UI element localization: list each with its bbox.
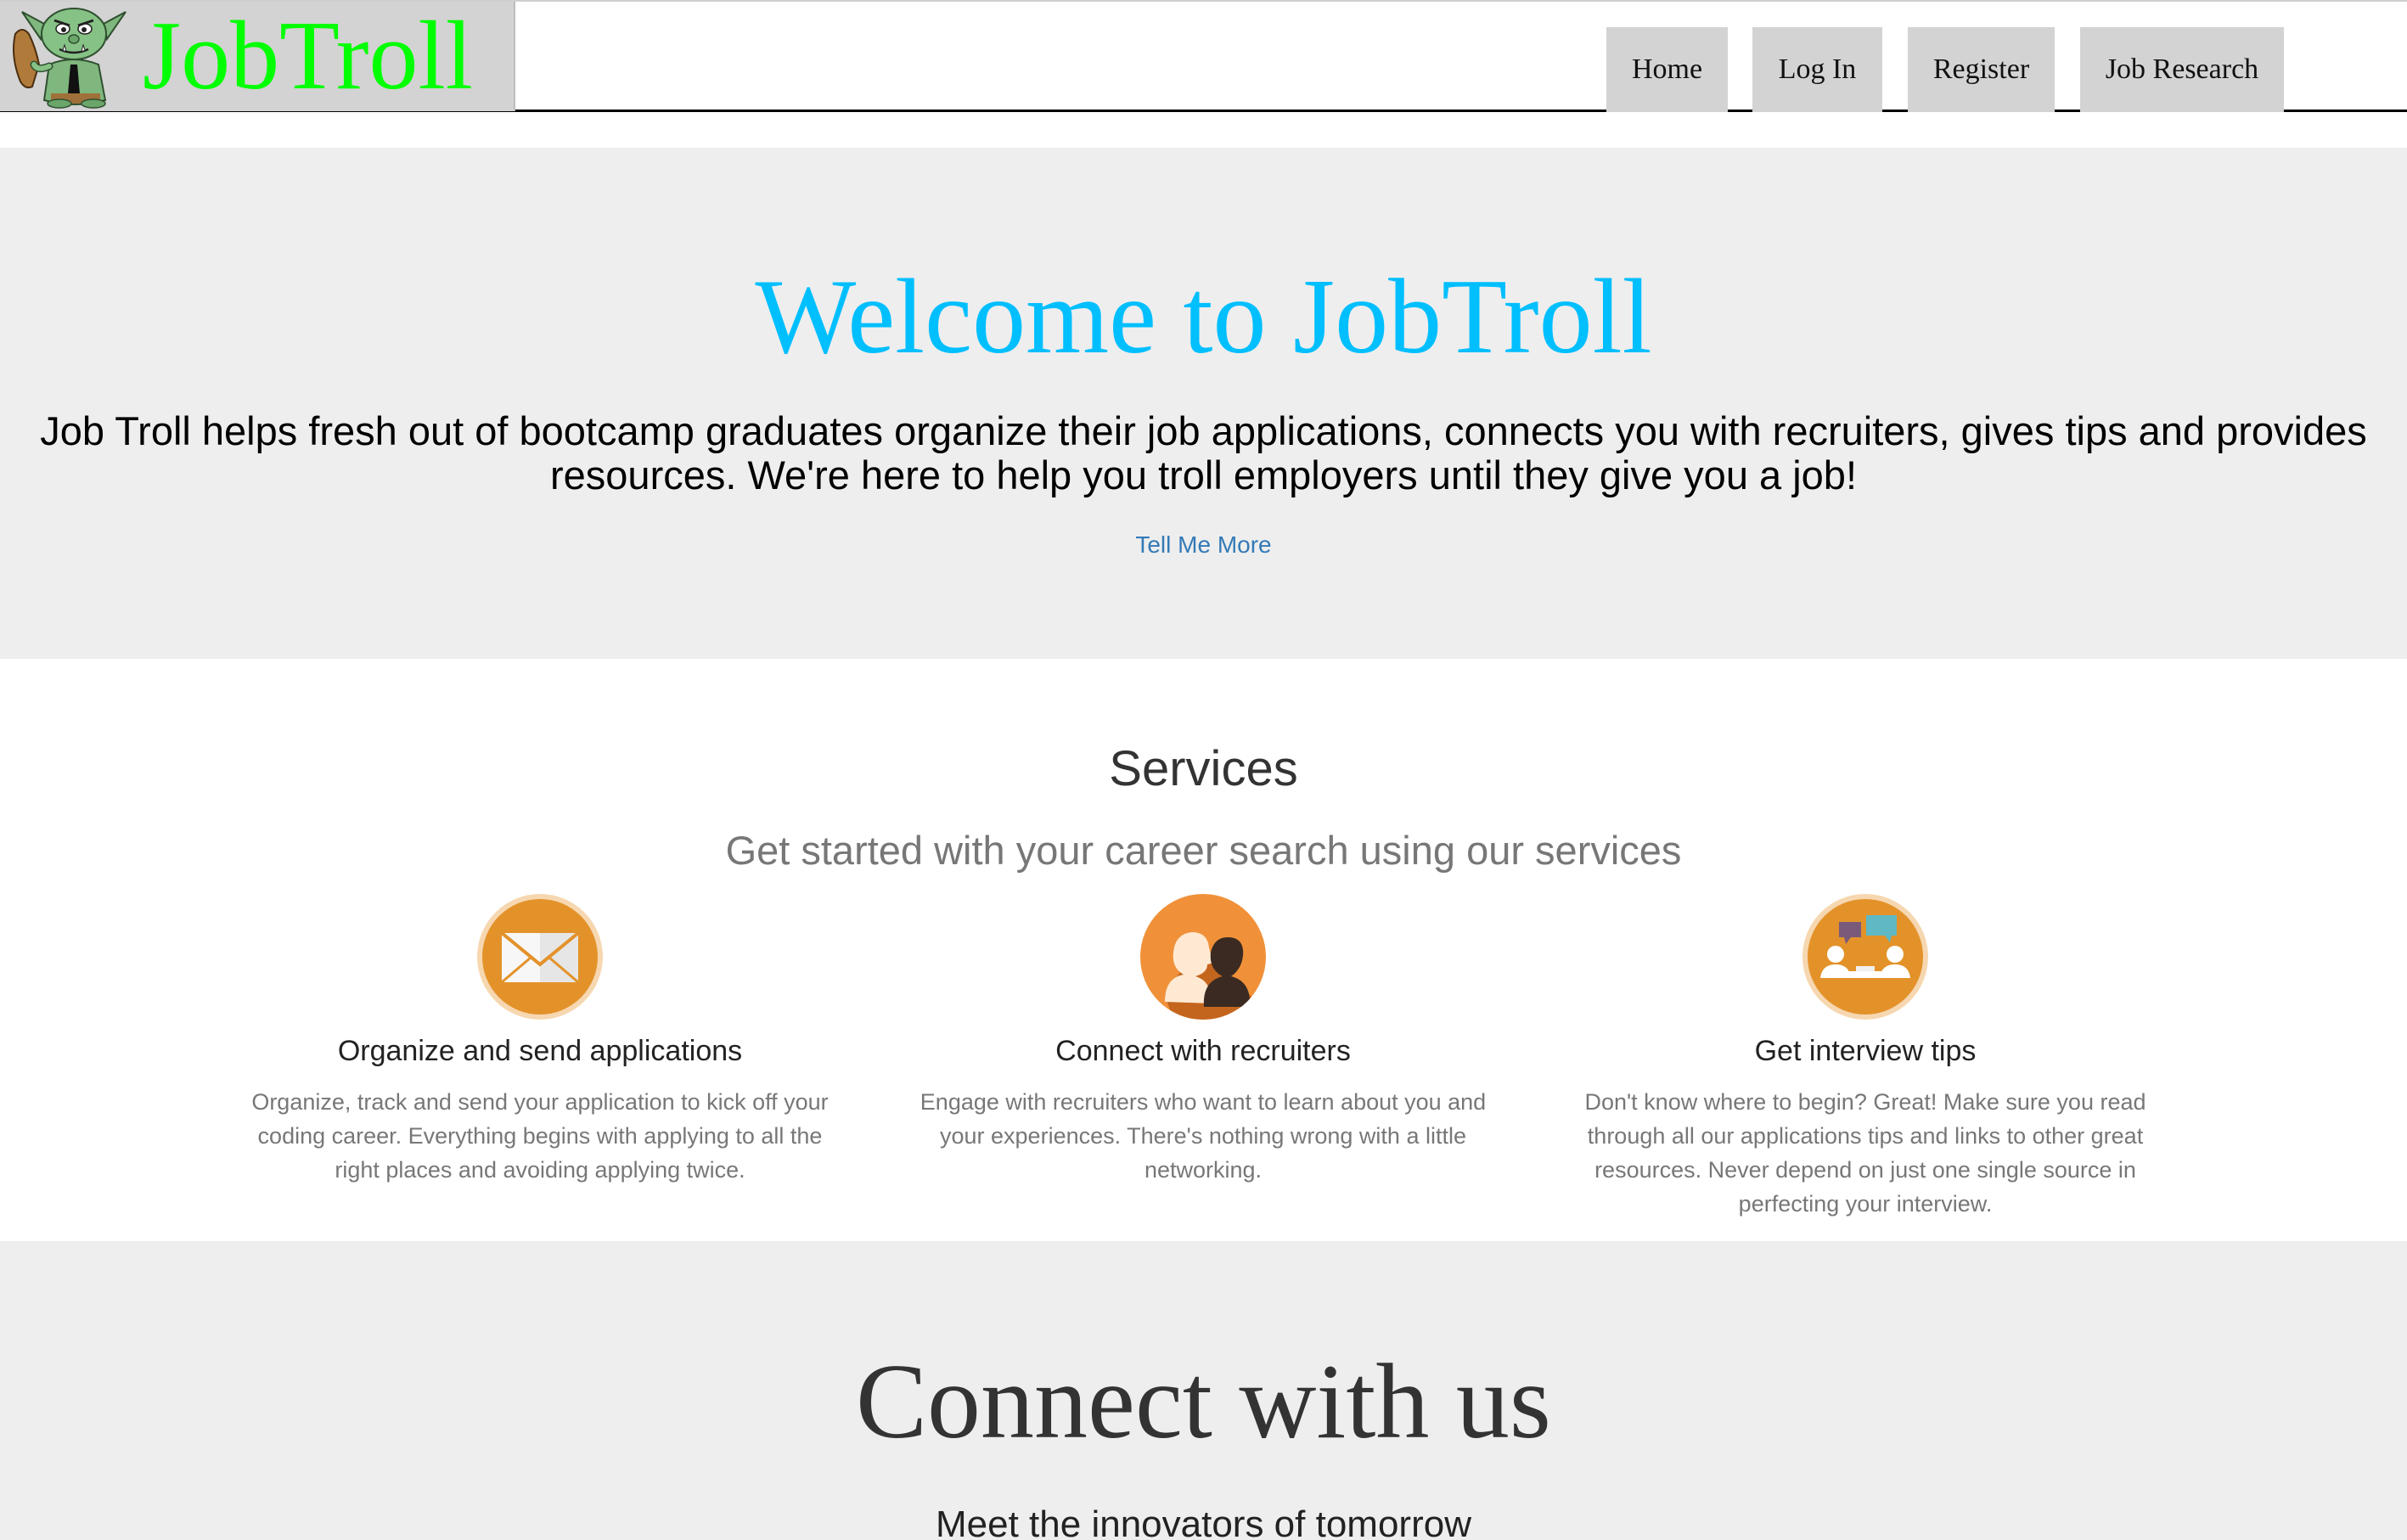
hero-title: Welcome to JobTroll — [755, 258, 1652, 376]
service-title: Organize and send applications — [337, 1035, 743, 1067]
envelope-icon — [477, 894, 603, 1020]
interview-icon — [1802, 894, 1928, 1020]
hero-description-line-2: resources. We're here to help you troll … — [550, 452, 1857, 497]
connect-title: Connect with us — [856, 1343, 1551, 1461]
hero-description-line-1: Job Troll helps fresh out of bootcamp gr… — [40, 408, 2367, 453]
nav-register-button[interactable]: Register — [1908, 27, 2055, 112]
site-header: JobTroll Home Log In Register Job Resear… — [0, 0, 2407, 112]
services-heading: Services — [1109, 741, 1298, 796]
tell-me-more-link[interactable]: Tell Me More — [0, 531, 2407, 559]
nav-login-button[interactable]: Log In — [1752, 27, 1882, 112]
nav-home-button[interactable]: Home — [1606, 27, 1728, 112]
service-title: Connect with recruiters — [1055, 1035, 1351, 1067]
service-description: Organize, track and send your applicatio… — [251, 1089, 829, 1183]
service-card-recruiters: Connect with recruiters Engage with recr… — [889, 893, 1517, 1187]
hero-description: Job Troll helps fresh out of bootcamp gr… — [0, 409, 2407, 497]
troll-mascot-icon — [13, 8, 127, 109]
service-description: Don't know where to begin? Great! Make s… — [1584, 1089, 2146, 1217]
hero-section: Welcome to JobTroll Job Troll helps fres… — [0, 148, 2407, 659]
service-title: Get interview tips — [1754, 1035, 1977, 1067]
brand-name: JobTroll — [143, 2, 474, 110]
services-subheading: Get started with your career search usin… — [725, 828, 1682, 873]
service-card-applications: Organize and send applications Organize,… — [226, 893, 854, 1187]
service-card-interview: Get interview tips Don't know where to b… — [1551, 893, 2179, 1221]
connect-section: Connect with us Meet the innovators of t… — [0, 1241, 2407, 1540]
nav-job-research-button[interactable]: Job Research — [2080, 27, 2284, 112]
recruiters-icon — [1140, 894, 1266, 1020]
service-description: Engage with recruiters who want to learn… — [919, 1089, 1487, 1183]
brand-logo[interactable]: JobTroll — [0, 2, 515, 111]
connect-subtitle: Meet the innovators of tomorrow — [936, 1503, 1471, 1540]
